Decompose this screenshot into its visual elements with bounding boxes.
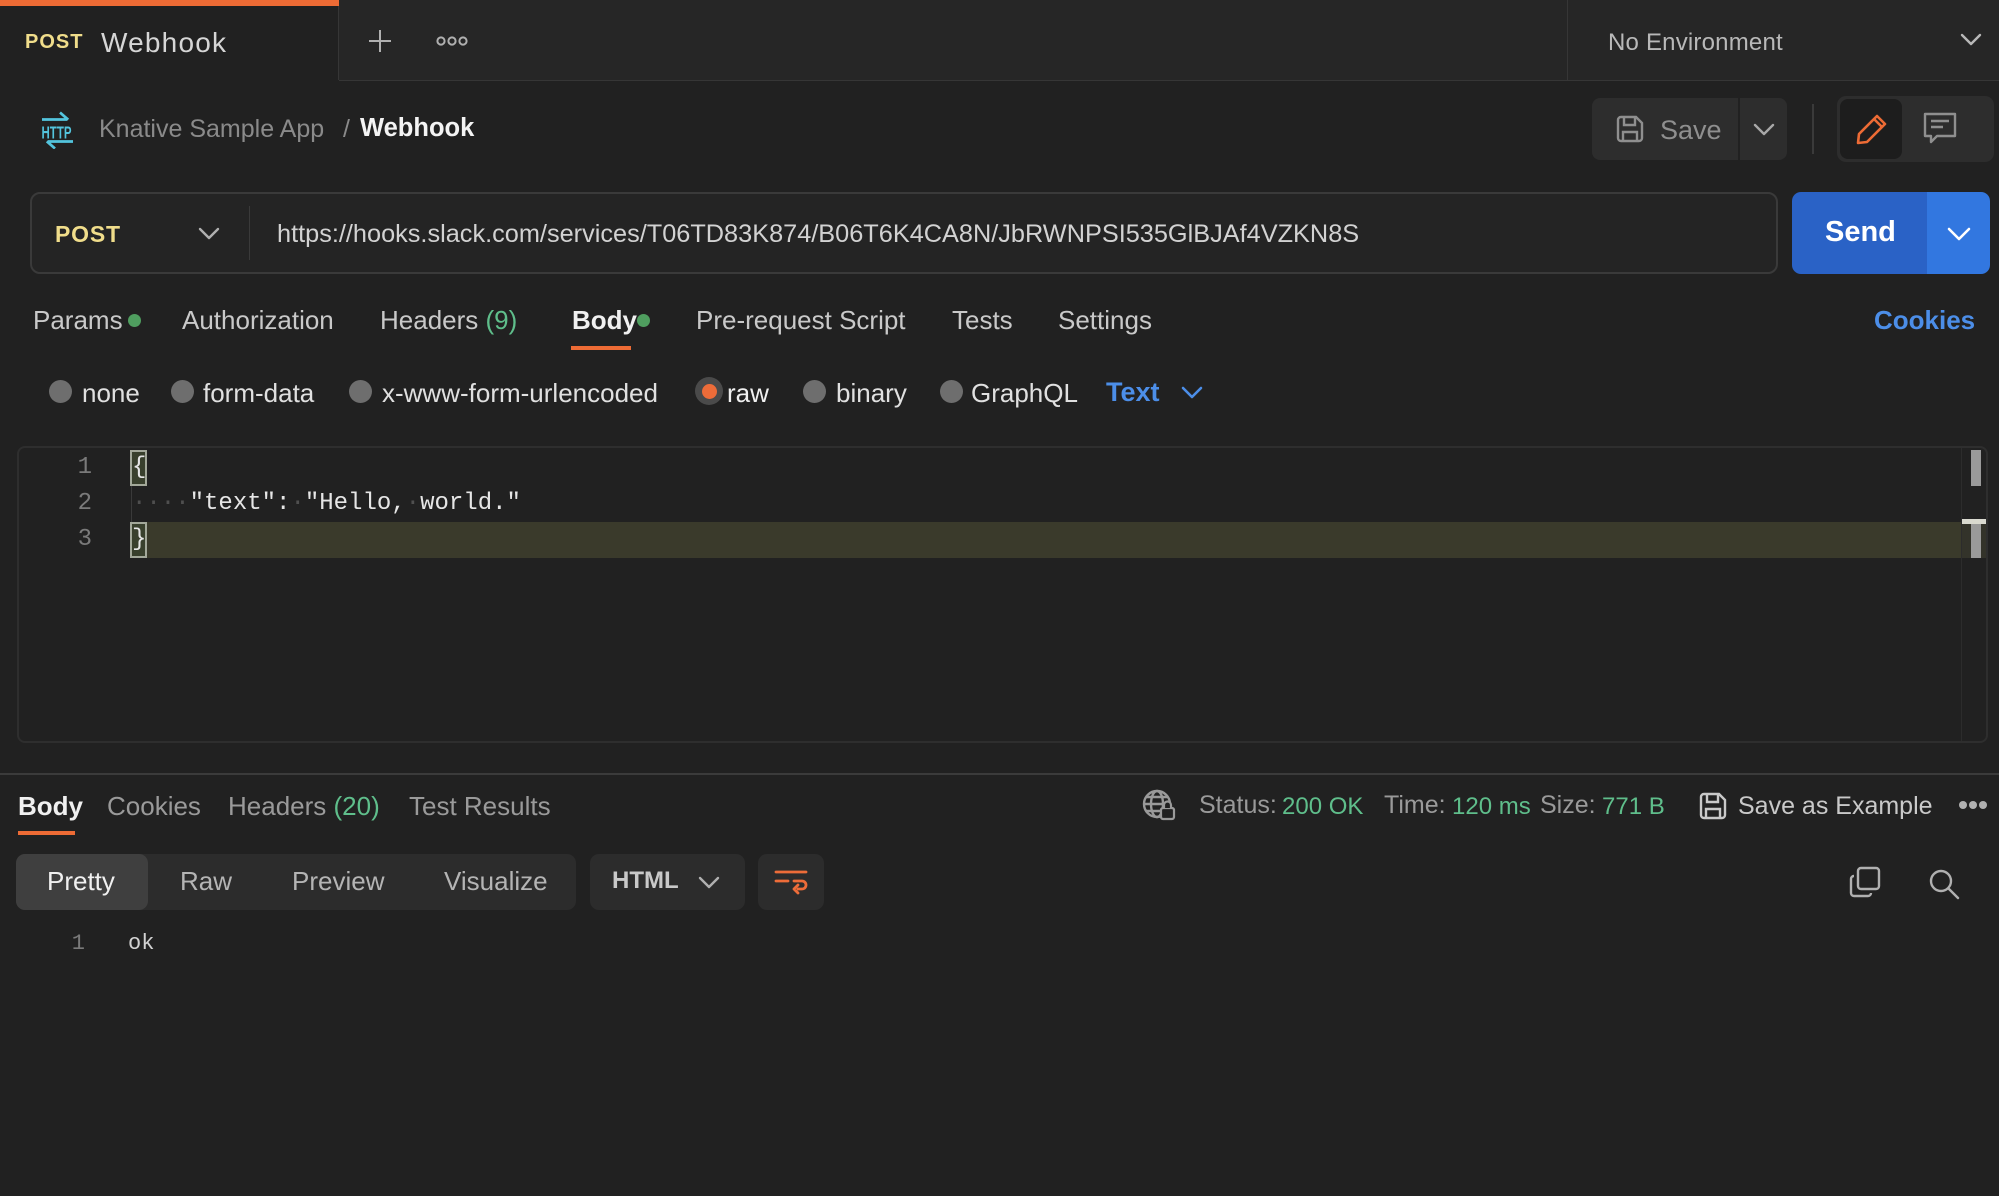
svg-text:HTTP: HTTP <box>42 123 72 143</box>
